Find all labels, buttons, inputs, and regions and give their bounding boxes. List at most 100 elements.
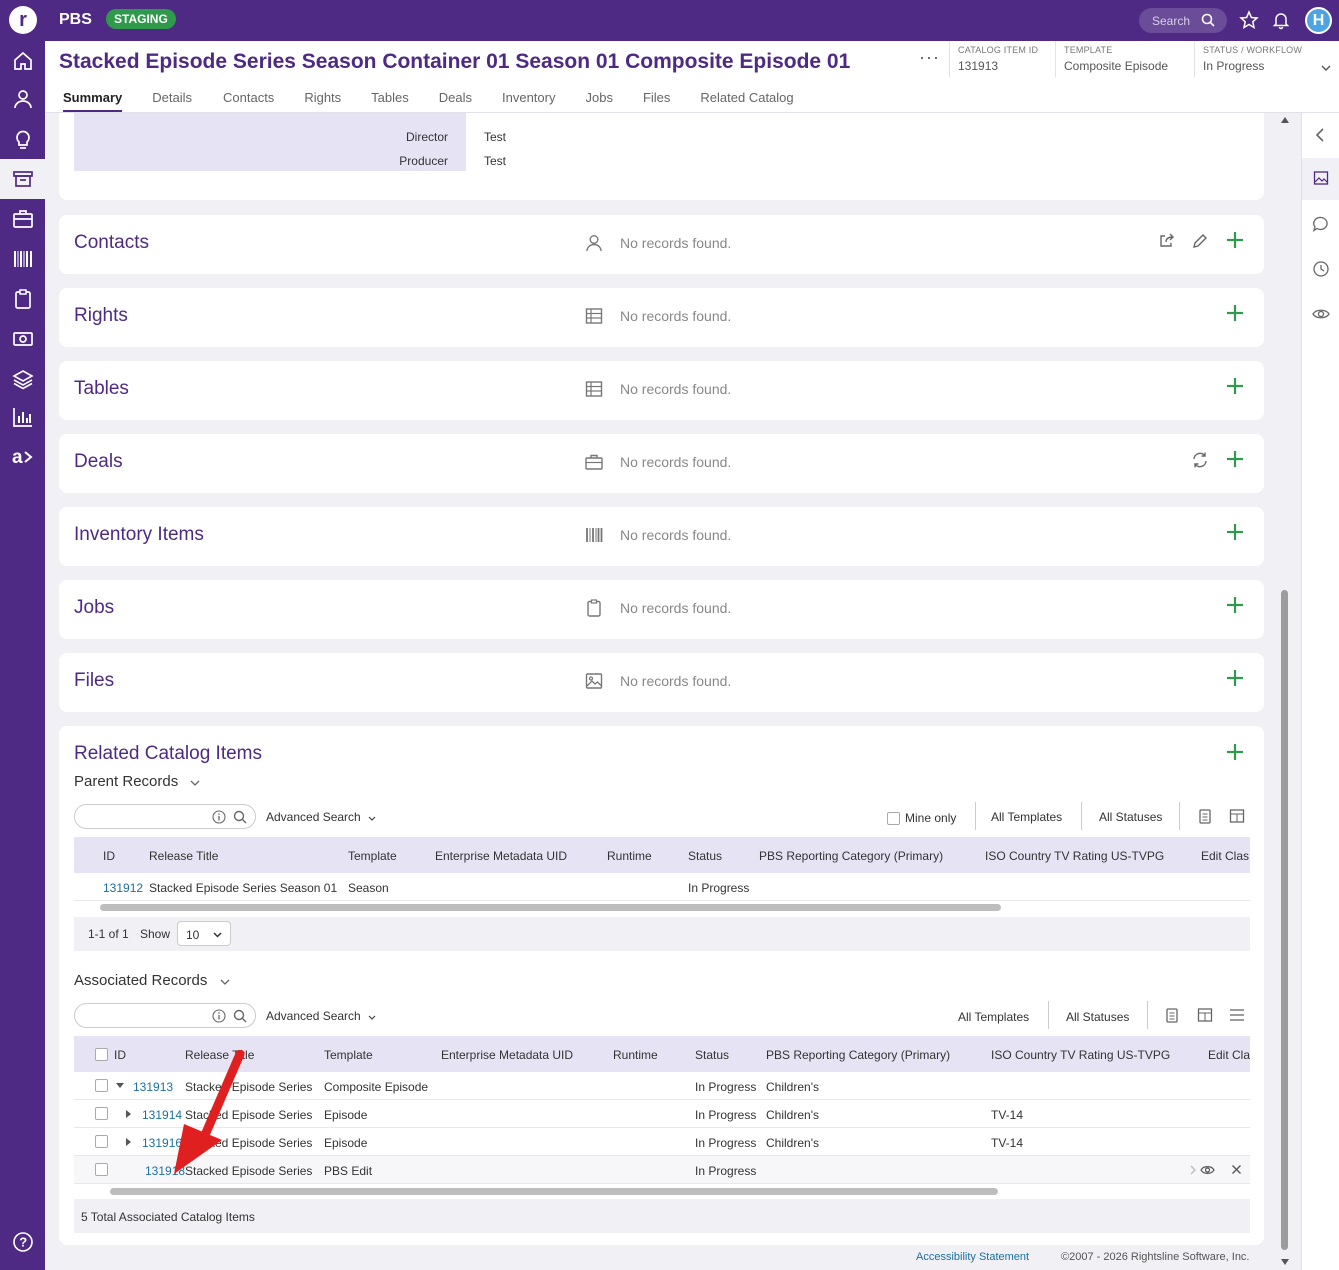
scroll-down-icon[interactable] bbox=[1280, 1258, 1290, 1266]
column-header-release-title[interactable]: Release Title bbox=[149, 849, 218, 863]
column-header-id[interactable]: ID bbox=[114, 1048, 126, 1062]
tab-contacts[interactable]: Contacts bbox=[223, 90, 274, 112]
tab-details[interactable]: Details bbox=[152, 90, 192, 112]
column-header-pbs-category[interactable]: PBS Reporting Category (Primary) bbox=[759, 849, 943, 863]
associated-records-toggle[interactable]: Associated Records bbox=[74, 972, 230, 989]
add-deal-plus-icon[interactable] bbox=[1226, 450, 1244, 468]
star-icon[interactable] bbox=[1239, 10, 1259, 30]
tab-related-catalog[interactable]: Related Catalog bbox=[700, 90, 793, 112]
parent-advanced-search-dropdown[interactable]: Advanced Search bbox=[266, 810, 376, 824]
sidebar-item-amazon[interactable]: a bbox=[0, 437, 45, 477]
add-inventory-plus-icon[interactable] bbox=[1226, 523, 1244, 541]
search-icon[interactable] bbox=[233, 1009, 247, 1023]
column-header-edit-class[interactable]: Edit Clas bbox=[1201, 849, 1249, 863]
columns-icon[interactable] bbox=[1228, 807, 1246, 825]
associated-horizontal-scrollbar[interactable] bbox=[110, 1188, 998, 1195]
comment-icon[interactable] bbox=[1312, 215, 1330, 233]
bell-icon[interactable] bbox=[1271, 10, 1291, 30]
sidebar-item-finance[interactable] bbox=[0, 319, 45, 359]
column-header-template[interactable]: Template bbox=[348, 849, 397, 863]
column-header-runtime[interactable]: Runtime bbox=[607, 849, 652, 863]
clock-icon[interactable] bbox=[1312, 260, 1330, 278]
export-icon[interactable] bbox=[1158, 232, 1176, 250]
add-job-plus-icon[interactable] bbox=[1226, 596, 1244, 614]
sidebar-item-layers[interactable] bbox=[0, 359, 45, 399]
status-workflow-select[interactable]: STATUS / WORKFLOW In Progress bbox=[1203, 45, 1331, 73]
add-contact-plus-icon[interactable] bbox=[1226, 231, 1244, 249]
more-actions-button[interactable]: ··· bbox=[919, 47, 940, 68]
menu-icon[interactable] bbox=[1228, 1006, 1246, 1024]
global-search[interactable]: Search bbox=[1139, 8, 1227, 33]
page-size-select[interactable]: 10 bbox=[177, 921, 231, 946]
row-checkbox[interactable] bbox=[95, 1079, 108, 1092]
column-header-id[interactable]: ID bbox=[103, 849, 115, 863]
column-header-tv-rating[interactable]: ISO Country TV Rating US-TVPG bbox=[985, 849, 1164, 863]
associated-all-statuses-filter[interactable]: All Statuses bbox=[1066, 1010, 1129, 1024]
add-file-plus-icon[interactable] bbox=[1226, 669, 1244, 687]
caret-right-icon[interactable] bbox=[126, 1110, 132, 1118]
search-icon[interactable] bbox=[233, 810, 247, 824]
table-row[interactable]: 131918 Stacked Episode Series PBS Edit I… bbox=[74, 1156, 1250, 1184]
table-row[interactable]: 131916 Stacked Episode Series Episode In… bbox=[74, 1128, 1250, 1156]
section-title-files[interactable]: Files bbox=[74, 670, 114, 692]
table-row[interactable]: 131913 Stacked Episode Series Composite … bbox=[74, 1072, 1250, 1100]
pencil-icon[interactable] bbox=[1191, 232, 1209, 250]
eye-icon[interactable] bbox=[1312, 305, 1330, 323]
column-header-edit-class[interactable]: Edit Cla bbox=[1208, 1048, 1250, 1062]
collapse-chevron-left-icon[interactable] bbox=[1312, 126, 1330, 144]
row-id-link[interactable]: 131913 bbox=[133, 1080, 173, 1094]
sidebar-item-inventory[interactable] bbox=[0, 239, 45, 279]
column-header-template[interactable]: Template bbox=[324, 1048, 373, 1062]
refresh-icon[interactable] bbox=[1191, 451, 1209, 469]
close-icon[interactable] bbox=[1231, 1164, 1242, 1175]
sidebar-item-deals[interactable] bbox=[0, 199, 45, 239]
parent-records-toggle[interactable]: Parent Records bbox=[74, 773, 200, 790]
column-header-status[interactable]: Status bbox=[688, 849, 722, 863]
section-title-deals[interactable]: Deals bbox=[74, 451, 123, 473]
parent-all-templates-filter[interactable]: All Templates bbox=[991, 810, 1062, 824]
sidebar-item-help[interactable]: ? bbox=[0, 1222, 45, 1262]
mine-only-checkbox[interactable] bbox=[887, 812, 900, 825]
section-title-related[interactable]: Related Catalog Items bbox=[74, 743, 262, 765]
export-report-icon[interactable] bbox=[1163, 1006, 1181, 1024]
chevron-right-icon[interactable] bbox=[1190, 1165, 1196, 1175]
row-checkbox[interactable] bbox=[95, 1135, 108, 1148]
tab-jobs[interactable]: Jobs bbox=[585, 90, 612, 112]
associated-all-templates-filter[interactable]: All Templates bbox=[958, 1010, 1029, 1024]
column-header-enterprise-uid[interactable]: Enterprise Metadata UID bbox=[435, 849, 567, 863]
section-title-inventory[interactable]: Inventory Items bbox=[74, 524, 204, 546]
sidebar-item-catalog[interactable] bbox=[0, 159, 45, 199]
row-checkbox[interactable] bbox=[95, 1107, 108, 1120]
section-title-contacts[interactable]: Contacts bbox=[74, 232, 149, 254]
rightsline-logo[interactable]: r bbox=[9, 6, 37, 34]
section-title-jobs[interactable]: Jobs bbox=[74, 597, 114, 619]
table-row[interactable]: 131912 Stacked Episode Series Season 01 … bbox=[74, 873, 1250, 901]
caret-down-icon[interactable] bbox=[116, 1083, 124, 1089]
user-avatar[interactable]: H bbox=[1305, 7, 1332, 34]
sidebar-item-home[interactable] bbox=[0, 41, 45, 81]
row-checkbox[interactable] bbox=[95, 1163, 108, 1176]
add-table-plus-icon[interactable] bbox=[1226, 377, 1244, 395]
column-header-tv-rating[interactable]: ISO Country TV Rating US-TVPG bbox=[991, 1048, 1170, 1062]
export-report-icon[interactable] bbox=[1196, 807, 1214, 825]
tab-summary[interactable]: Summary bbox=[63, 90, 123, 112]
page-scrollbar-thumb[interactable] bbox=[1281, 590, 1288, 1250]
sidebar-item-ideas[interactable] bbox=[0, 119, 45, 159]
tab-tables[interactable]: Tables bbox=[371, 90, 409, 112]
add-right-plus-icon[interactable] bbox=[1226, 304, 1244, 322]
tab-files[interactable]: Files bbox=[643, 90, 670, 112]
select-all-checkbox[interactable] bbox=[95, 1048, 108, 1061]
sidebar-item-jobs[interactable] bbox=[0, 279, 45, 319]
associated-search-input[interactable] bbox=[74, 1003, 256, 1028]
column-header-status[interactable]: Status bbox=[695, 1048, 729, 1062]
add-related-plus-icon[interactable] bbox=[1226, 743, 1244, 761]
tab-inventory[interactable]: Inventory bbox=[502, 90, 555, 112]
column-header-enterprise-uid[interactable]: Enterprise Metadata UID bbox=[441, 1048, 573, 1062]
tab-rights[interactable]: Rights bbox=[304, 90, 341, 112]
column-header-runtime[interactable]: Runtime bbox=[613, 1048, 658, 1062]
row-id-link[interactable]: 131912 bbox=[103, 881, 143, 895]
parent-search-input[interactable] bbox=[74, 804, 256, 829]
sidebar-item-contacts[interactable] bbox=[0, 79, 45, 119]
scroll-up-icon[interactable] bbox=[1280, 116, 1290, 124]
caret-right-icon[interactable] bbox=[126, 1138, 132, 1146]
